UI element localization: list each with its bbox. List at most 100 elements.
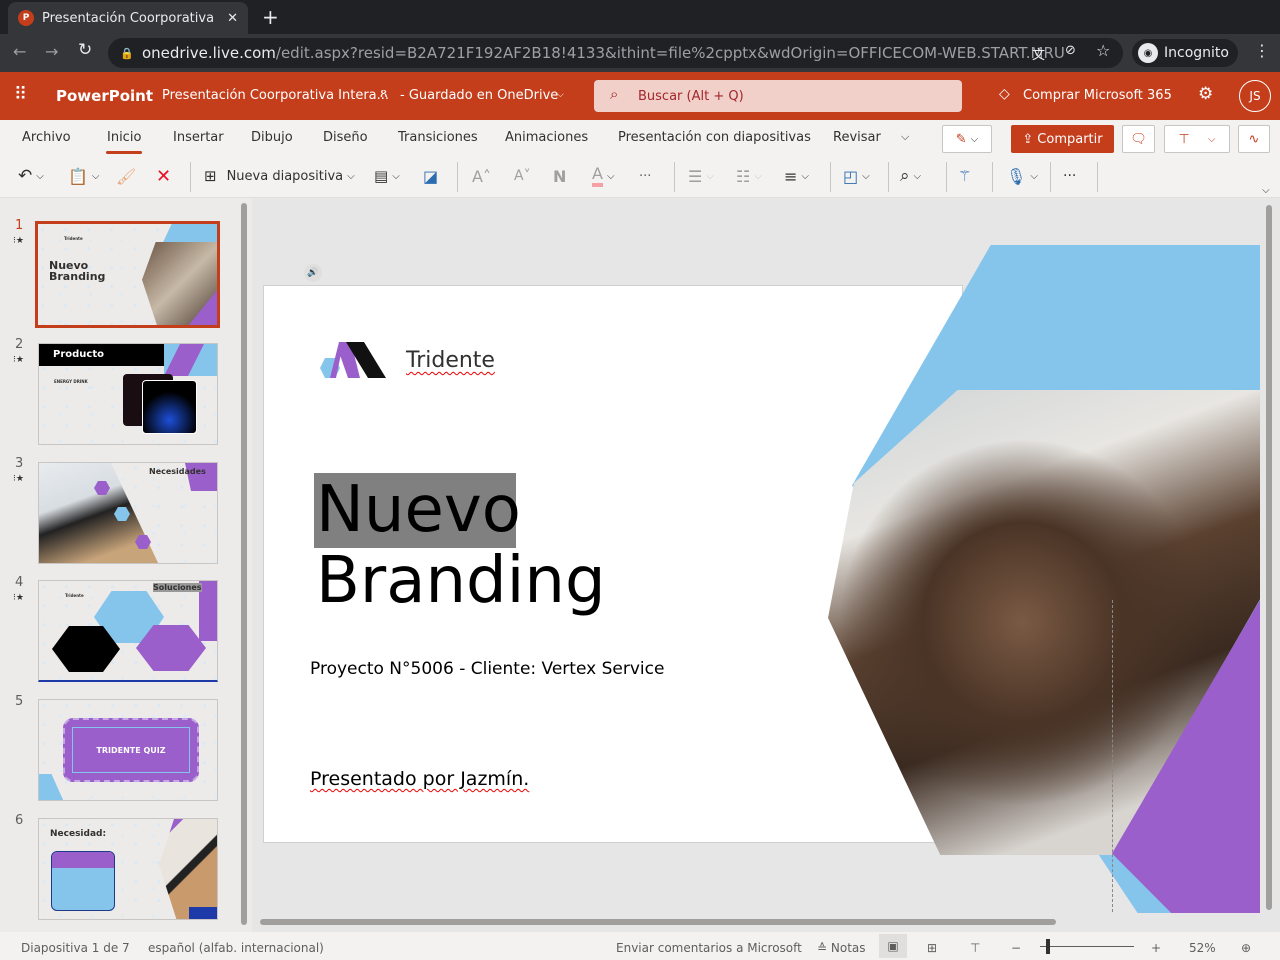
slide-thumbnail-3[interactable]: Necesidades <box>38 462 218 564</box>
slide-sorter-icon[interactable]: ⊞ <box>927 941 937 955</box>
new-tab-icon[interactable]: + <box>262 5 279 29</box>
present-button[interactable]: ⊤ ⌵ <box>1164 125 1230 153</box>
slide-thumbnail-1[interactable]: Tridente Nuevo Branding <box>35 221 220 328</box>
lock-icon: 🔒 <box>120 46 134 60</box>
thumbnail-number: 4 <box>15 575 24 590</box>
format-painter-icon[interactable]: 🖌 <box>116 164 136 188</box>
new-slide-button[interactable]: ⊞ Nueva diapositiva ⌵ <box>204 164 355 188</box>
translate-icon[interactable]: 文 <box>1032 44 1045 63</box>
tab-diseno[interactable]: Diseño <box>323 130 368 145</box>
zoom-out-icon[interactable]: − <box>1011 941 1021 955</box>
paste-button[interactable]: 📋 ⌵ <box>68 164 100 188</box>
share-button[interactable]: ⇪ Compartir <box>1011 125 1114 153</box>
thumbnails-scrollbar[interactable] <box>241 203 247 925</box>
normal-view-icon[interactable]: ▣ <box>879 934 907 958</box>
align-icon[interactable]: ≡ ⌵ <box>784 164 809 188</box>
zoom-in-icon[interactable]: + <box>1151 941 1161 955</box>
incognito-label: Incognito <box>1164 45 1229 61</box>
bookmark-star-icon[interactable]: ☆ <box>1096 41 1110 60</box>
bold-icon[interactable]: N <box>553 164 566 188</box>
tab-revisar[interactable]: Revisar <box>833 130 881 145</box>
undo-button[interactable]: ↶ ⌵ <box>18 164 44 188</box>
incognito-badge[interactable]: ◉ Incognito <box>1132 39 1238 67</box>
increase-font-icon[interactable]: A˄ <box>472 164 491 188</box>
slide-thumbnail-4[interactable]: Soluciones Tridente <box>38 580 218 682</box>
tab-dibujo[interactable]: Dibujo <box>251 130 293 145</box>
thumbnail-number: 5 <box>15 694 24 709</box>
activity-button[interactable]: ∿ <box>1238 125 1270 153</box>
notes-button[interactable]: ≙ Notas <box>817 941 866 955</box>
tab-presentacion[interactable]: Presentación con diapositivas <box>618 130 811 145</box>
feedback-link[interactable]: Enviar comentarios a Microsoft <box>616 941 802 955</box>
url-path: /edit.aspx?resid=B2A721F192AF2B18!4133&i… <box>275 44 1065 62</box>
forward-icon[interactable]: → <box>45 42 58 61</box>
vertical-scrollbar[interactable] <box>1266 205 1272 910</box>
audio-icon[interactable]: 🔊 <box>304 264 322 282</box>
decrease-font-icon[interactable]: A˅ <box>514 164 531 188</box>
document-title[interactable]: Presentación Coorporativa Intera... <box>162 88 389 103</box>
thumbnail-title: Soluciones <box>153 583 202 592</box>
chevron-down-icon: ⌵ <box>557 90 564 100</box>
title-line-2[interactable]: Branding <box>316 544 606 619</box>
thumbnail-brand: Tridente <box>65 593 84 598</box>
language-indicator[interactable]: español (alfab. internacional) <box>148 941 324 955</box>
share-icon: ⇪ <box>1022 131 1034 147</box>
app-launcher-icon[interactable]: ⠿ <box>14 84 27 105</box>
reload-icon[interactable]: ↻ <box>78 40 92 60</box>
incognito-icon: ◉ <box>1138 43 1158 63</box>
avatar[interactable]: JS <box>1239 80 1271 112</box>
expand-ribbon-chevron-icon[interactable]: ⌵ <box>1262 178 1270 202</box>
tab-archivo[interactable]: Archivo <box>22 130 71 145</box>
url-field[interactable]: 🔒 onedrive.live.com/edit.aspx?resid=B2A7… <box>108 38 1123 68</box>
buy-microsoft-365-link[interactable]: Comprar Microsoft 365 <box>1023 88 1172 103</box>
tab-inicio[interactable]: Inicio <box>105 130 143 154</box>
animation-star-icon: ⁝★ <box>13 236 24 246</box>
thumbnail-title: Necesidades <box>149 467 206 476</box>
animation-star-icon: ⁝★ <box>13 355 24 365</box>
bullets-icon[interactable]: ☰ ⌵ <box>688 164 714 188</box>
app-name[interactable]: PowerPoint <box>56 87 153 105</box>
browser-tab[interactable]: P Presentación Coorporativa ✕ <box>8 2 248 34</box>
url-host: onedrive.live.com <box>142 44 276 62</box>
search-icon: ⌕ <box>610 85 619 103</box>
tab-transiciones[interactable]: Transiciones <box>398 130 478 145</box>
diamond-icon: ◇ <box>999 86 1010 102</box>
slide-thumbnail-6[interactable]: Necesidad: <box>38 818 218 920</box>
designer-wand-icon[interactable]: ⚚ <box>958 164 971 188</box>
zoom-level[interactable]: 52% <box>1189 941 1216 955</box>
tab-insertar[interactable]: Insertar <box>173 130 224 145</box>
font-color-button[interactable]: A ⌵ <box>592 164 615 188</box>
title-line-1[interactable]: Nuevo <box>314 473 521 548</box>
settings-gear-icon[interactable]: ⚙ <box>1198 84 1213 104</box>
search-input[interactable]: ⌕ Buscar (Alt + Q) <box>594 80 962 112</box>
background-icon[interactable]: ◪ <box>423 164 438 188</box>
dictate-microphone-icon[interactable]: 🎙 ⌵ <box>1006 164 1038 188</box>
comments-button[interactable]: 🗨 <box>1122 125 1155 153</box>
tab-animaciones[interactable]: Animaciones <box>505 130 588 145</box>
delete-icon[interactable]: ✕ <box>156 164 171 188</box>
fit-to-window-icon[interactable]: ⊕ <box>1241 941 1251 955</box>
more-options-icon[interactable]: ··· <box>1063 164 1076 188</box>
layout-button[interactable]: ▤ ⌵ <box>374 164 400 188</box>
more-font-options-icon[interactable]: ··· <box>639 164 651 188</box>
presenter-text[interactable]: Presentado por Jazmín. <box>310 768 529 790</box>
tab-title: Presentación Coorporativa <box>42 10 215 26</box>
zoom-slider[interactable] <box>1040 939 1134 954</box>
reading-view-icon[interactable]: ⊤ <box>970 941 980 955</box>
slide-thumbnail-2[interactable]: Producto ENERGY DRINK <box>38 343 218 445</box>
slide-thumbnail-5[interactable]: TRIDENTE QUIZ <box>38 699 218 801</box>
eye-off-icon[interactable]: ⊘ <box>1065 43 1076 58</box>
save-status[interactable]: - Guardado en OneDrive <box>400 88 558 103</box>
close-tab-icon[interactable]: ✕ <box>227 11 238 26</box>
new-slide-label: Nueva diapositiva <box>226 168 344 184</box>
editing-mode-button[interactable]: ✎ ⌵ <box>942 125 992 153</box>
thumbnail-title: Necesidad: <box>50 829 107 839</box>
numbering-icon[interactable]: ☷ ⌵ <box>736 164 762 188</box>
browser-menu-icon[interactable]: ⋮ <box>1254 41 1270 60</box>
horizontal-scrollbar[interactable] <box>260 919 1056 925</box>
back-icon[interactable]: ← <box>13 42 26 61</box>
project-subtitle[interactable]: Proyecto N°5006 - Cliente: Vertex Servic… <box>310 659 664 679</box>
shapes-icon[interactable]: ◰ ⌵ <box>843 164 870 188</box>
more-tabs-chevron-icon[interactable]: ⌵ <box>901 130 909 144</box>
find-icon[interactable]: ⌕ ⌵ <box>900 164 921 188</box>
